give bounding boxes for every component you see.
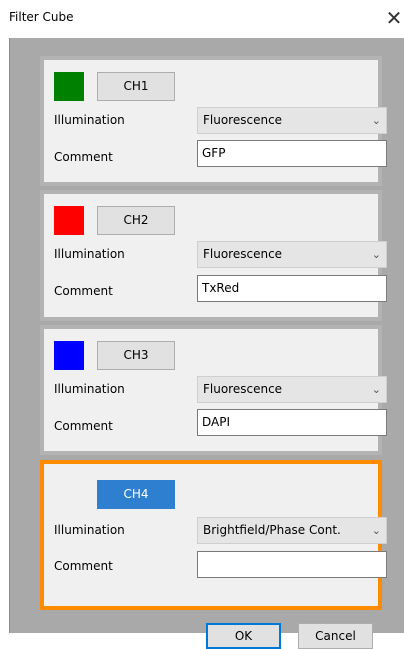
comment-field-ch1[interactable]: GFP (197, 140, 387, 167)
color-swatch-ch3[interactable] (54, 341, 84, 370)
illumination-label: Illumination (54, 113, 125, 127)
illumination-select-ch1[interactable]: Fluorescence ⌄ (197, 107, 387, 134)
channel-panel-ch1: CH1 Illumination Fluorescence ⌄ Comment … (40, 56, 387, 186)
channel-button-ch2[interactable]: CH2 (97, 206, 175, 235)
channel-button-ch4[interactable]: CH4 (97, 480, 175, 509)
color-swatch-ch1[interactable] (54, 72, 84, 101)
ok-button[interactable]: OK (206, 623, 281, 649)
dialog-body: CH1 Illumination Fluorescence ⌄ Comment … (9, 38, 404, 649)
illumination-value: Fluorescence (203, 382, 283, 396)
channel-panel-ch4: CH4 Illumination Brightfield/Phase Cont.… (40, 460, 387, 610)
illumination-label: Illumination (54, 247, 125, 261)
cancel-button[interactable]: Cancel (298, 623, 373, 649)
illumination-value: Fluorescence (203, 113, 283, 127)
comment-label: Comment (54, 150, 113, 164)
window-title: Filter Cube (9, 10, 74, 24)
chevron-down-icon: ⌄ (371, 383, 381, 396)
illumination-select-ch3[interactable]: Fluorescence ⌄ (197, 376, 387, 403)
illumination-value: Fluorescence (203, 247, 283, 261)
channel-button-ch1[interactable]: CH1 (97, 72, 175, 101)
comment-label: Comment (54, 284, 113, 298)
channel-panel-ch3: CH3 Illumination Fluorescence ⌄ Comment … (40, 325, 387, 455)
illumination-label: Illumination (54, 523, 125, 537)
color-swatch-ch2[interactable] (54, 206, 84, 235)
illumination-label: Illumination (54, 382, 125, 396)
comment-field-ch3[interactable]: DAPI (197, 409, 387, 436)
illumination-select-ch4[interactable]: Brightfield/Phase Cont. ⌄ (197, 517, 387, 544)
illumination-select-ch2[interactable]: Fluorescence ⌄ (197, 241, 387, 268)
comment-field-ch2[interactable]: TxRed (197, 275, 387, 302)
title-bar: Filter Cube ✕ (0, 0, 404, 38)
chevron-down-icon: ⌄ (371, 524, 381, 537)
comment-field-ch4[interactable] (197, 551, 387, 578)
channel-button-ch3[interactable]: CH3 (97, 341, 175, 370)
chevron-down-icon: ⌄ (371, 114, 381, 127)
close-icon[interactable]: ✕ (384, 6, 404, 30)
channel-panel-ch2: CH2 Illumination Fluorescence ⌄ Comment … (40, 190, 387, 321)
chevron-down-icon: ⌄ (371, 248, 381, 261)
illumination-value: Brightfield/Phase Cont. (203, 523, 341, 537)
comment-label: Comment (54, 559, 113, 573)
comment-label: Comment (54, 419, 113, 433)
